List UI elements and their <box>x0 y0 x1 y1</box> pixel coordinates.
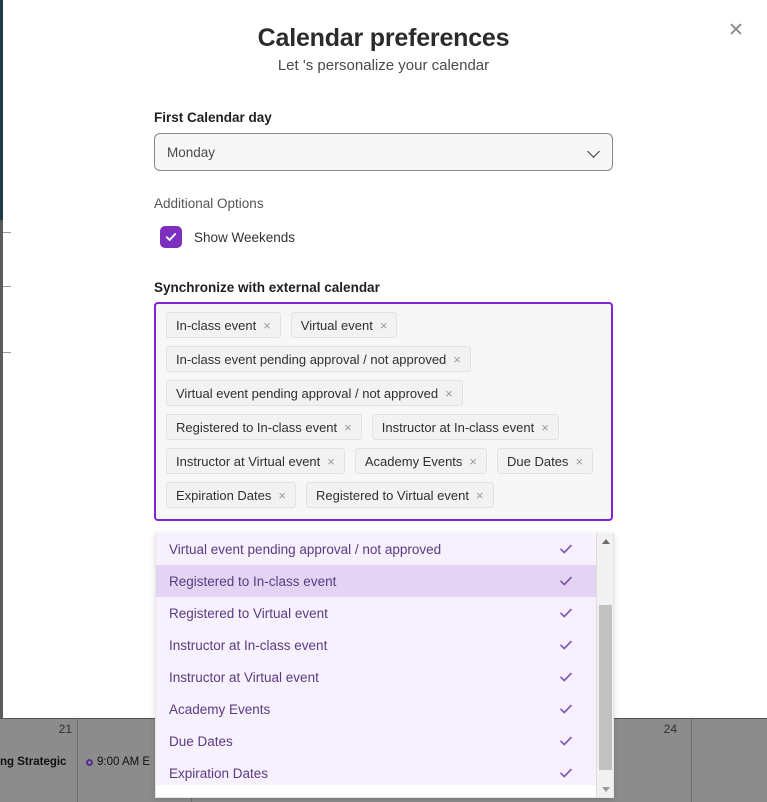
dropdown-option[interactable]: Registered to In-class event <box>156 565 596 597</box>
sync-chip[interactable]: In-class event pending approval / not ap… <box>166 346 471 372</box>
chip-remove-icon[interactable]: × <box>327 455 335 468</box>
checkbox-checked-icon[interactable] <box>160 226 182 248</box>
sync-chip-label: Academy Events <box>365 454 463 469</box>
sync-chip[interactable]: Instructor at Virtual event × <box>166 448 345 474</box>
show-weekends-checkbox-row[interactable]: Show Weekends <box>160 226 295 248</box>
checkmark-icon <box>558 605 574 621</box>
first-calendar-day-select[interactable]: Monday <box>154 133 613 171</box>
checkmark-icon <box>558 573 574 589</box>
chip-remove-icon[interactable]: × <box>263 319 271 332</box>
sync-chip[interactable]: Due Dates × <box>497 448 593 474</box>
checkmark-icon <box>558 765 574 781</box>
sync-chip-label: Instructor at In-class event <box>382 420 534 435</box>
checkmark-icon <box>558 637 574 653</box>
sync-options-dropdown[interactable]: Virtual event pending approval / not app… <box>155 533 614 798</box>
sync-chip-label: Expiration Dates <box>176 488 271 503</box>
sync-chip-label: In-class event <box>176 318 256 333</box>
chip-remove-icon[interactable]: × <box>476 489 484 502</box>
checkmark-icon <box>558 669 574 685</box>
sync-chip[interactable]: Instructor at In-class event × <box>372 414 559 440</box>
dropdown-option[interactable]: Due Dates <box>156 725 596 757</box>
checkmark-icon <box>558 541 574 557</box>
chip-remove-icon[interactable]: × <box>445 387 453 400</box>
sync-external-calendar-label: Synchronize with external calendar <box>154 280 380 295</box>
scroll-down-icon[interactable] <box>597 781 614 798</box>
chip-remove-icon[interactable]: × <box>453 353 461 366</box>
first-calendar-day-value: Monday <box>167 145 588 160</box>
scrollbar-thumb[interactable] <box>599 605 612 770</box>
calendar-event-entry[interactable]: 9:00 AM E <box>86 756 150 768</box>
dropdown-option-label: Registered to In-class event <box>169 574 558 589</box>
chip-remove-icon[interactable]: × <box>380 319 388 332</box>
sync-chip-label: Registered to Virtual event <box>316 488 469 503</box>
dropdown-option-label: Instructor at In-class event <box>169 638 558 653</box>
page-subtitle: Let 's personalize your calendar <box>0 57 767 74</box>
sync-chip[interactable]: Virtual event × <box>291 312 398 338</box>
dropdown-option[interactable]: Academy Events <box>156 693 596 725</box>
calendar-column[interactable] <box>692 719 767 802</box>
dropdown-option-label: Virtual event pending approval / not app… <box>169 542 558 557</box>
dropdown-option-label: Expiration Dates <box>169 766 558 781</box>
chevron-down-icon <box>588 146 600 158</box>
sync-chip[interactable]: Expiration Dates × <box>166 482 296 508</box>
dropdown-option[interactable]: Registered to Virtual event <box>156 597 596 629</box>
chip-remove-icon[interactable]: × <box>344 421 352 434</box>
sync-chip[interactable]: Registered to Virtual event × <box>306 482 494 508</box>
first-calendar-day-label: First Calendar day <box>154 110 272 125</box>
dropdown-option-label: Instructor at Virtual event <box>169 670 558 685</box>
sync-chip-label: Virtual event <box>301 318 373 333</box>
sync-multiselect-input[interactable]: In-class event×Virtual event×In-class ev… <box>154 302 613 521</box>
calendar-event-time: 9:00 AM E <box>97 756 150 768</box>
scroll-up-icon[interactable] <box>597 533 614 550</box>
sync-chip-label: In-class event pending approval / not ap… <box>176 352 446 367</box>
checkmark-icon <box>558 701 574 717</box>
sync-chip[interactable]: In-class event × <box>166 312 281 338</box>
chip-remove-icon[interactable]: × <box>541 421 549 434</box>
dropdown-option[interactable]: Instructor at Virtual event <box>156 661 596 693</box>
event-status-dot-icon <box>86 759 93 766</box>
dropdown-option-label: Academy Events <box>169 702 558 717</box>
calendar-preferences-dialog: ✕ Calendar preferences Let 's personaliz… <box>0 0 767 718</box>
dropdown-option[interactable]: Instructor at In-class event <box>156 629 596 661</box>
checkmark-icon <box>558 733 574 749</box>
screen: 21 24 ng Strategic 9:00 AM E ✕ Calendar … <box>0 0 767 802</box>
sync-chip[interactable]: Virtual event pending approval / not app… <box>166 380 463 406</box>
calendar-day-number: 21 <box>59 722 72 736</box>
chip-remove-icon[interactable]: × <box>469 455 477 468</box>
additional-options-label: Additional Options <box>154 196 264 211</box>
calendar-event-title[interactable]: ng Strategic <box>0 756 66 768</box>
sync-chip-label: Instructor at Virtual event <box>176 454 320 469</box>
dropdown-scrollbar[interactable] <box>596 533 613 798</box>
dropdown-option-label: Due Dates <box>169 734 558 749</box>
chip-remove-icon[interactable]: × <box>278 489 286 502</box>
sync-chip[interactable]: Academy Events × <box>355 448 487 474</box>
dropdown-bottom-padding <box>156 785 598 797</box>
calendar-day-number: 24 <box>664 722 677 736</box>
sync-chip-label: Virtual event pending approval / not app… <box>176 386 438 401</box>
sync-chip-label: Registered to In-class event <box>176 420 337 435</box>
page-title: Calendar preferences <box>0 24 767 53</box>
sync-chip-label: Due Dates <box>507 454 568 469</box>
dropdown-option[interactable]: Virtual event pending approval / not app… <box>156 533 596 565</box>
dropdown-option-label: Registered to Virtual event <box>169 606 558 621</box>
sync-chip[interactable]: Registered to In-class event × <box>166 414 362 440</box>
chip-remove-icon[interactable]: × <box>575 455 583 468</box>
show-weekends-label: Show Weekends <box>194 230 295 245</box>
